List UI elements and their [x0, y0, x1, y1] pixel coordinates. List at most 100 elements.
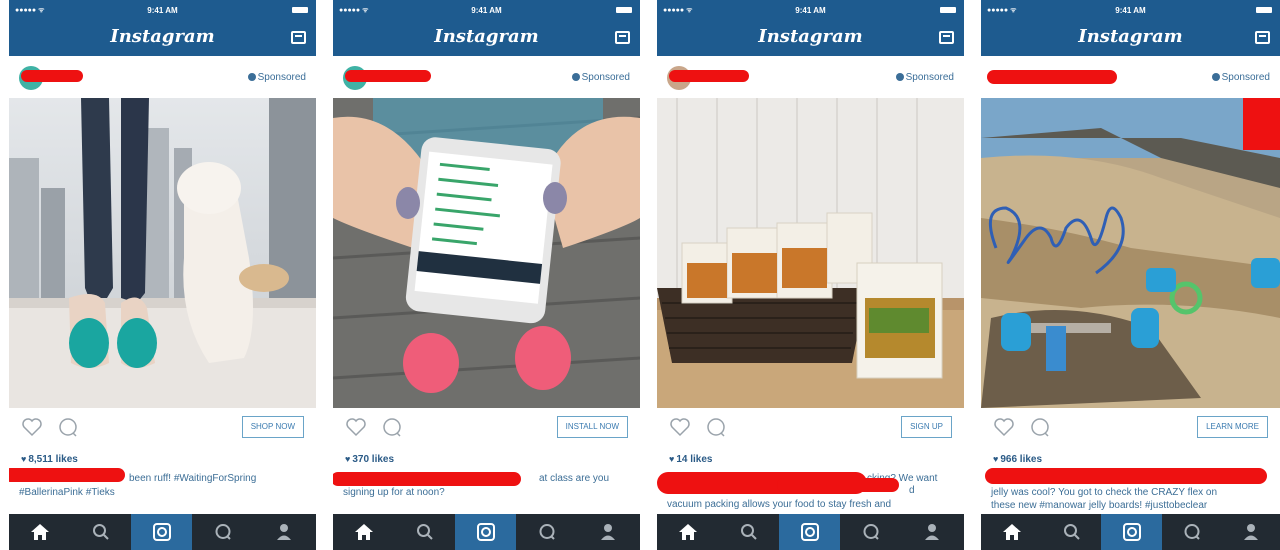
status-bar: ●●●●● ᯤ 9:41 AM: [9, 0, 316, 20]
app-logo: Instagram: [434, 26, 539, 47]
post-header: Sponsored: [657, 56, 964, 98]
tab-search[interactable]: [1041, 514, 1102, 550]
activity-icon: [215, 524, 231, 540]
learn-more-button[interactable]: LEARN MORE: [1197, 416, 1268, 438]
post-actions: SHOP NOW: [9, 408, 316, 446]
post-photo[interactable]: [657, 98, 964, 408]
redacted-username: [345, 70, 431, 82]
sign-up-button[interactable]: SIGN UP: [901, 416, 952, 438]
redacted-username: [21, 70, 83, 82]
tab-home[interactable]: [657, 514, 718, 550]
tab-profile[interactable]: [253, 514, 314, 550]
battery-icon: [616, 7, 632, 13]
sponsored-label: Sponsored: [895, 72, 954, 83]
inbox-icon[interactable]: [939, 31, 954, 44]
sponsored-label: Sponsored: [247, 72, 306, 83]
tab-activity[interactable]: [840, 514, 901, 550]
tab-camera[interactable]: [455, 514, 516, 550]
install-now-button[interactable]: INSTALL NOW: [556, 416, 628, 438]
caption-line: been ruff! #WaitingForSpring: [129, 473, 257, 484]
redacted-caption: [333, 472, 521, 486]
post-photo[interactable]: [9, 98, 316, 408]
sponsored-label: Sponsored: [1211, 72, 1270, 83]
shop-now-button[interactable]: SHOP NOW: [241, 416, 304, 438]
tab-profile[interactable]: [901, 514, 962, 550]
tab-activity[interactable]: [1161, 514, 1222, 550]
redacted-caption: [777, 478, 899, 492]
comment-icon[interactable]: [381, 417, 403, 437]
tab-camera[interactable]: [779, 514, 840, 550]
sponsored-icon: [247, 73, 256, 81]
home-icon: [354, 524, 373, 540]
post-header: Sponsored: [981, 56, 1280, 98]
tab-bar: [9, 514, 316, 550]
battery-icon: [292, 7, 308, 13]
comment-icon[interactable]: [1029, 417, 1051, 437]
inbox-icon[interactable]: [291, 31, 306, 44]
heart-icon[interactable]: [669, 417, 691, 437]
sponsored-icon: [571, 73, 580, 81]
tab-profile[interactable]: [1221, 514, 1280, 550]
nav-bar: Instagram: [9, 20, 316, 56]
profile-icon: [276, 524, 291, 540]
heart-small-icon: ♥: [993, 454, 999, 464]
inbox-icon[interactable]: [1255, 31, 1270, 44]
caption-line: d: [909, 485, 915, 496]
tab-search[interactable]: [394, 514, 455, 550]
profile-icon: [1243, 524, 1258, 540]
caption-line: #BallerinaPink #Tieks: [19, 487, 115, 498]
phone-screen-4: ●●●●● ᯤ 9:41 AM Instagram Sponsored LEAR…: [981, 0, 1280, 550]
tab-home[interactable]: [981, 514, 1042, 550]
post-photo[interactable]: [333, 98, 640, 408]
tab-activity[interactable]: [516, 514, 577, 550]
nav-bar: Instagram: [981, 20, 1280, 56]
sponsored-icon: [1211, 73, 1220, 81]
inbox-icon[interactable]: [615, 31, 630, 44]
tab-bar: [981, 514, 1280, 550]
tab-home[interactable]: [333, 514, 394, 550]
camera-icon: [476, 523, 495, 541]
likes-count: ♥ 966 likes: [993, 454, 1043, 465]
nav-bar: Instagram: [657, 20, 964, 56]
tab-camera[interactable]: [1101, 514, 1162, 550]
camera-icon: [800, 523, 819, 541]
status-time: 9:41 AM: [795, 6, 826, 15]
heart-small-icon: ♥: [21, 454, 27, 464]
tab-profile[interactable]: [577, 514, 638, 550]
post-header: Sponsored: [9, 56, 316, 98]
heart-icon[interactable]: [993, 417, 1015, 437]
tab-search[interactable]: [70, 514, 131, 550]
post-header: Sponsored: [333, 56, 640, 98]
tab-search[interactable]: [718, 514, 779, 550]
redacted-username: [987, 70, 1117, 84]
redacted-username: [669, 70, 749, 82]
status-bar: ●●●●● ᯤ 9:41 AM: [333, 0, 640, 20]
heart-icon[interactable]: [21, 417, 43, 437]
phone-screen-3: ●●●●● ᯤ 9:41 AM Instagram Sponsored SIGN…: [657, 0, 964, 550]
status-time: 9:41 AM: [471, 6, 502, 15]
post-photo[interactable]: [981, 98, 1280, 408]
activity-icon: [539, 524, 555, 540]
post-actions: INSTALL NOW: [333, 408, 640, 446]
caption-line: these new #manowar jelly boards! #justto…: [991, 500, 1208, 511]
post-actions: SIGN UP: [657, 408, 964, 446]
search-icon: [1063, 524, 1080, 540]
post-actions: LEARN MORE: [981, 408, 1280, 446]
profile-icon: [924, 524, 939, 540]
likes-count: ♥ 8,511 likes: [21, 454, 78, 465]
heart-icon[interactable]: [345, 417, 367, 437]
app-logo: Instagram: [758, 26, 863, 47]
heart-small-icon: ♥: [345, 454, 351, 464]
comment-icon[interactable]: [705, 417, 727, 437]
tab-activity[interactable]: [192, 514, 253, 550]
camera-icon: [152, 523, 171, 541]
tab-camera[interactable]: [131, 514, 192, 550]
redacted-caption: [985, 468, 1267, 484]
redacted-caption: [9, 468, 125, 482]
tab-bar: [333, 514, 640, 550]
status-bar: ●●●●● ᯤ 9:41 AM: [981, 0, 1280, 20]
tab-home[interactable]: [9, 514, 70, 550]
caption-line: signing up for at noon?: [343, 487, 445, 498]
comment-icon[interactable]: [57, 417, 79, 437]
tab-bar: [657, 514, 964, 550]
